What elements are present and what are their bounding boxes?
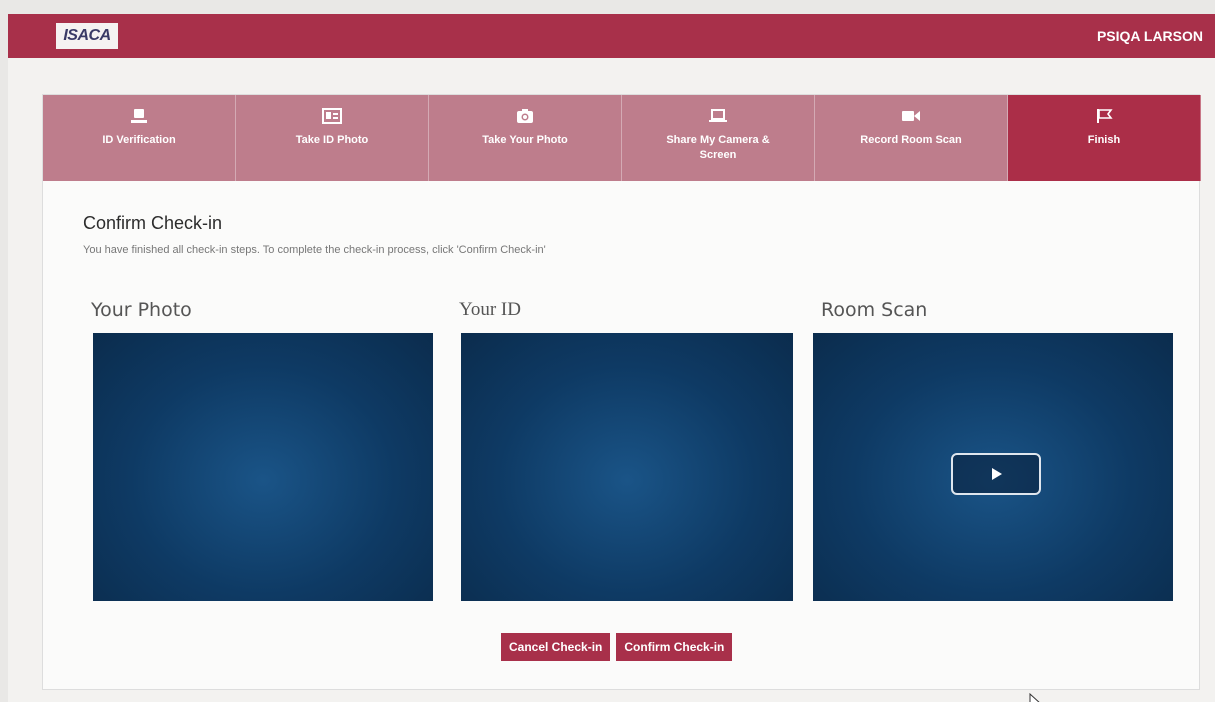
step-label: ID Verification bbox=[102, 134, 176, 146]
step-id-verification[interactable]: ID Verification bbox=[43, 95, 236, 181]
content-header: Confirm Check-in You have finished all c… bbox=[83, 213, 1183, 256]
user-name[interactable]: PSIQA LARSON bbox=[1097, 28, 1203, 44]
top-bar: ISACA PSIQA LARSON bbox=[8, 14, 1215, 58]
video-camera-icon bbox=[900, 107, 922, 125]
your-id-preview[interactable] bbox=[461, 333, 793, 601]
step-share-camera-screen[interactable]: Share My Camera & Screen bbox=[622, 95, 815, 181]
id-verification-icon bbox=[128, 107, 150, 125]
step-finish[interactable]: Finish bbox=[1008, 95, 1201, 181]
your-photo-preview[interactable] bbox=[93, 333, 433, 601]
step-take-your-photo[interactable]: Take Your Photo bbox=[429, 95, 622, 181]
page-title: Confirm Check-in bbox=[83, 213, 223, 233]
step-label: Share My Camera & Screen bbox=[666, 134, 770, 161]
play-button[interactable] bbox=[951, 453, 1041, 495]
finish-flag-icon bbox=[1093, 107, 1115, 125]
step-label: Record Room Scan bbox=[860, 134, 962, 146]
step-label: Take ID Photo bbox=[295, 134, 369, 146]
confirm-check-in-button[interactable]: Confirm Check-in bbox=[616, 633, 733, 661]
room-scan-label: Room Scan bbox=[821, 299, 928, 321]
step-progress-bar: ID Verification Take ID Photo Take Your … bbox=[43, 95, 1201, 181]
mouse-cursor-icon bbox=[1029, 693, 1040, 702]
camera-icon bbox=[514, 107, 536, 125]
laptop-icon bbox=[707, 107, 729, 125]
instructions-text: You have finished all check-in steps. To… bbox=[83, 244, 546, 256]
play-icon bbox=[992, 468, 1002, 480]
screen: ISACA PSIQA LARSON ID Verification Take … bbox=[8, 14, 1215, 702]
room-scan-video[interactable] bbox=[813, 333, 1173, 601]
step-take-id-photo[interactable]: Take ID Photo bbox=[236, 95, 429, 181]
your-photo-label: Your Photo bbox=[91, 299, 192, 321]
step-record-room-scan[interactable]: Record Room Scan bbox=[815, 95, 1008, 181]
your-id-label: Your ID bbox=[459, 299, 521, 320]
step-label: Take Your Photo bbox=[482, 134, 568, 146]
check-in-panel: ID Verification Take ID Photo Take Your … bbox=[42, 94, 1201, 702]
action-buttons: Cancel Check-in Confirm Check-in bbox=[501, 633, 733, 661]
step-label: Finish bbox=[1087, 134, 1121, 146]
cancel-check-in-button[interactable]: Cancel Check-in bbox=[501, 633, 611, 661]
isaca-logo: ISACA bbox=[56, 23, 118, 49]
id-card-icon bbox=[321, 107, 343, 125]
